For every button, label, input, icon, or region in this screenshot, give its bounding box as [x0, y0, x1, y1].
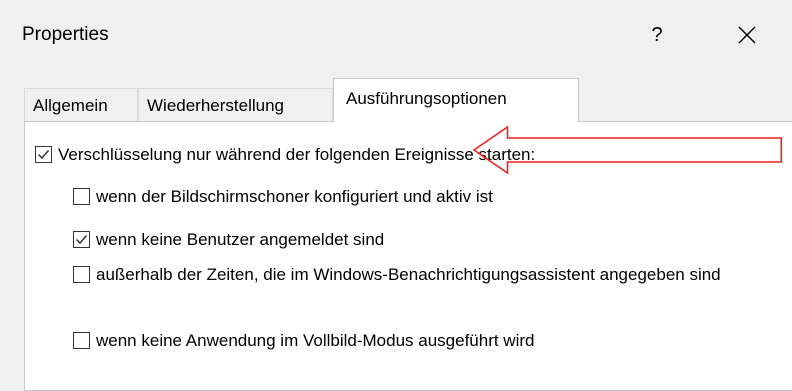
arrow-left-outline-icon [472, 125, 783, 175]
checkbox-no-fullscreen[interactable] [73, 332, 90, 349]
option-main-label: Verschlüsselung nur während der folgende… [58, 145, 536, 164]
tab-strip: Allgemein Wiederherstellung Ausführungso… [24, 78, 792, 122]
option-row-no-users[interactable]: wenn keine Benutzer angemeldet sind [73, 229, 384, 250]
checkmark-icon [75, 235, 88, 245]
tab-wiederherstellung[interactable]: Wiederherstellung [138, 88, 333, 121]
tab-ausfuehrungsoptionen[interactable]: Ausführungsoptionen [333, 78, 579, 122]
option-label-screensaver: wenn der Bildschirmschoner konfiguriert … [96, 187, 493, 206]
checkbox-main[interactable] [35, 146, 52, 163]
checkmark-icon [37, 150, 50, 160]
option-row-outside-times[interactable]: außerhalb der Zeiten, die im Windows-Ben… [73, 264, 736, 285]
close-icon [738, 26, 756, 44]
option-row-screensaver[interactable]: wenn der Bildschirmschoner konfiguriert … [73, 186, 493, 207]
checkbox-no-users[interactable] [73, 231, 90, 248]
option-label-no-fullscreen: wenn keine Anwendung im Vollbild-Modus a… [96, 331, 535, 350]
option-label-no-users: wenn keine Benutzer angemeldet sind [96, 230, 385, 249]
option-row-no-fullscreen[interactable]: wenn keine Anwendung im Vollbild-Modus a… [73, 330, 534, 351]
help-button[interactable]: ? [643, 21, 671, 49]
option-main-row[interactable]: Verschlüsselung nur während der folgende… [35, 144, 535, 165]
dialog-title: Properties [22, 24, 109, 45]
tab-allgemein[interactable]: Allgemein [24, 88, 138, 121]
option-label-outside-times: außerhalb der Zeiten, die im Windows-Ben… [96, 265, 721, 284]
checkbox-outside-times[interactable] [73, 266, 90, 283]
checkbox-screensaver[interactable] [73, 188, 90, 205]
close-button[interactable] [731, 20, 763, 50]
title-bar: Properties ? [0, 0, 792, 62]
